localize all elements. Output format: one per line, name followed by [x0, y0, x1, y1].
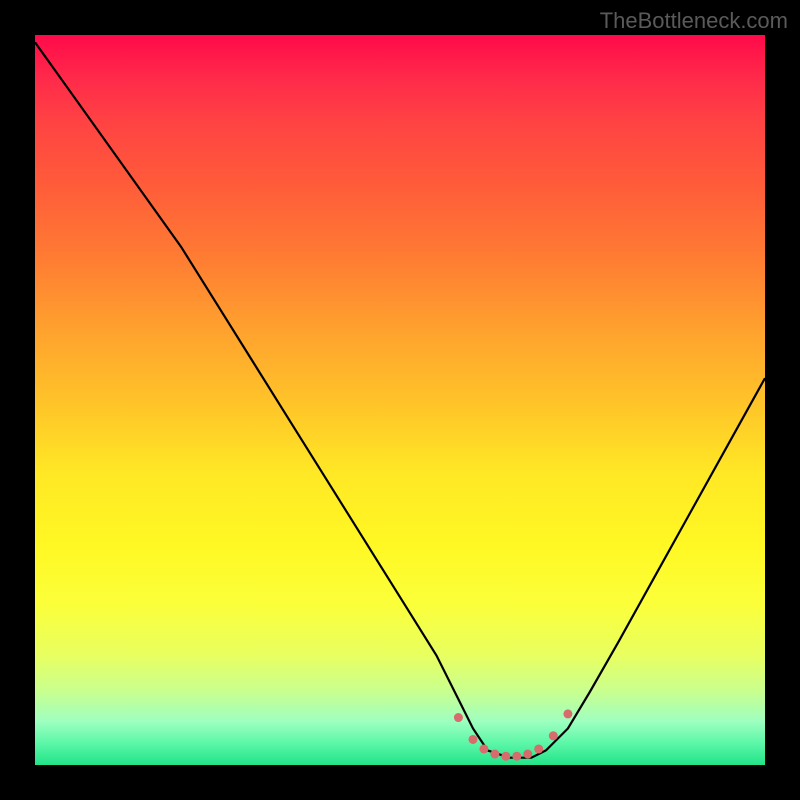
marker-dot [523, 750, 532, 759]
marker-dot [469, 735, 478, 744]
marker-dot [454, 713, 463, 722]
chart-container: TheBottleneck.com [0, 0, 800, 800]
marker-dot [549, 731, 558, 740]
bottleneck-curve-line [35, 42, 765, 757]
marker-dot [479, 744, 488, 753]
marker-dot [490, 750, 499, 759]
marker-dot [501, 752, 510, 761]
min-region-markers [454, 709, 573, 760]
watermark-text: TheBottleneck.com [600, 8, 788, 34]
marker-dot [534, 744, 543, 753]
chart-svg [35, 35, 765, 765]
marker-dot [512, 752, 521, 761]
marker-dot [563, 709, 572, 718]
